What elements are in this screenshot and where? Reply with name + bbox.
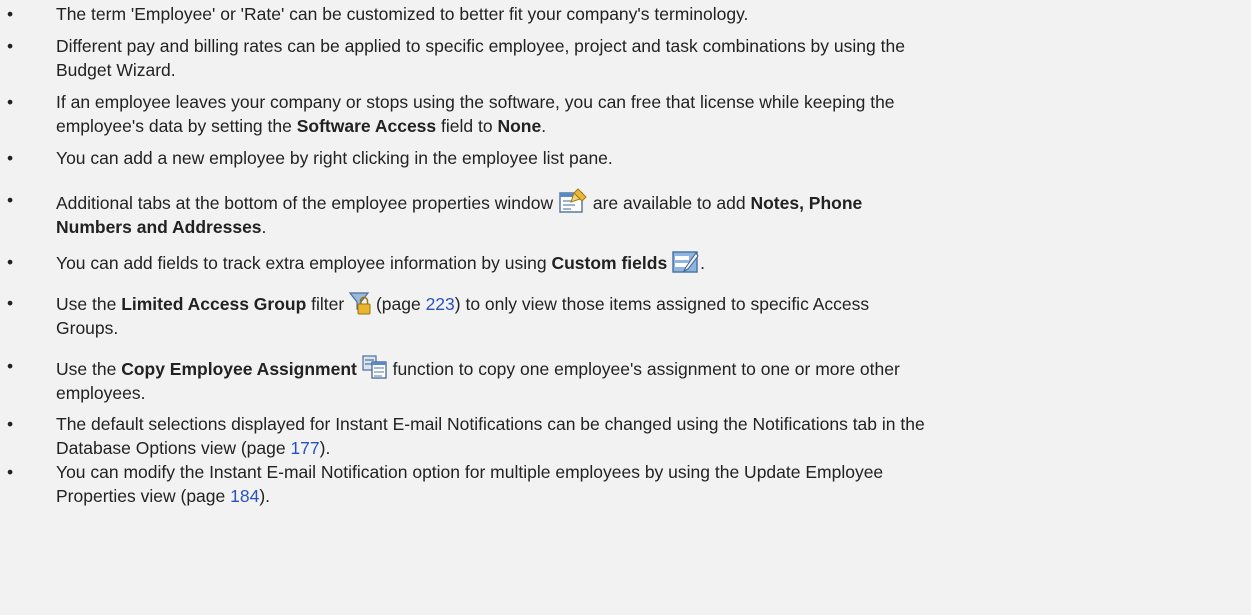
limited-access-filter-icon (349, 291, 371, 315)
properties-window-icon (558, 188, 588, 214)
bold-term: None (497, 116, 542, 136)
bold-term: Notes, Phone (750, 193, 863, 213)
tip-text: Different pay and billing rates can be a… (56, 36, 905, 80)
page-link[interactable]: 223 (426, 294, 455, 314)
tip-text: The term 'Employee' or 'Rate' can be cus… (56, 4, 749, 24)
copy-assignment-icon (362, 354, 388, 380)
bold-term: Custom fields (551, 253, 668, 273)
tip-text: If an employee leaves your company or st… (56, 92, 895, 136)
tips-page: • The term 'Employee' or 'Rate' can be c… (0, 0, 1251, 615)
bullet: • (7, 4, 14, 24)
bullet: • (7, 36, 14, 56)
tip-text: The default selections displayed for Ins… (56, 414, 925, 458)
page-link[interactable]: 184 (230, 486, 259, 506)
bullet: • (7, 92, 14, 112)
tip-text: Use the Copy Employee Assignment functio… (56, 354, 1246, 405)
tip-text: You can modify the Instant E-mail Notifi… (56, 462, 884, 506)
tip-text: Additional tabs at the bottom of the emp… (56, 188, 1246, 239)
bold-term: Copy Employee Assignment (121, 359, 357, 379)
bullet: • (7, 190, 14, 210)
bullet: • (7, 356, 14, 376)
tip-text: You can add fields to track extra employ… (56, 250, 1246, 275)
bold-term: Numbers and Addresses (56, 217, 262, 237)
tip-text: Use the Limited Access Group filter (pag… (56, 291, 1246, 340)
bullet: • (7, 414, 14, 434)
bold-term: Software Access (296, 116, 437, 136)
bold-term: Limited Access Group (121, 294, 307, 314)
page-link[interactable]: 177 (290, 438, 319, 458)
bullet: • (7, 462, 14, 482)
bullet: • (7, 293, 14, 313)
tip-text: You can add a new employee by right clic… (56, 148, 613, 168)
bullet: • (7, 148, 14, 168)
bullet: • (7, 252, 14, 272)
custom-fields-icon (672, 250, 700, 274)
